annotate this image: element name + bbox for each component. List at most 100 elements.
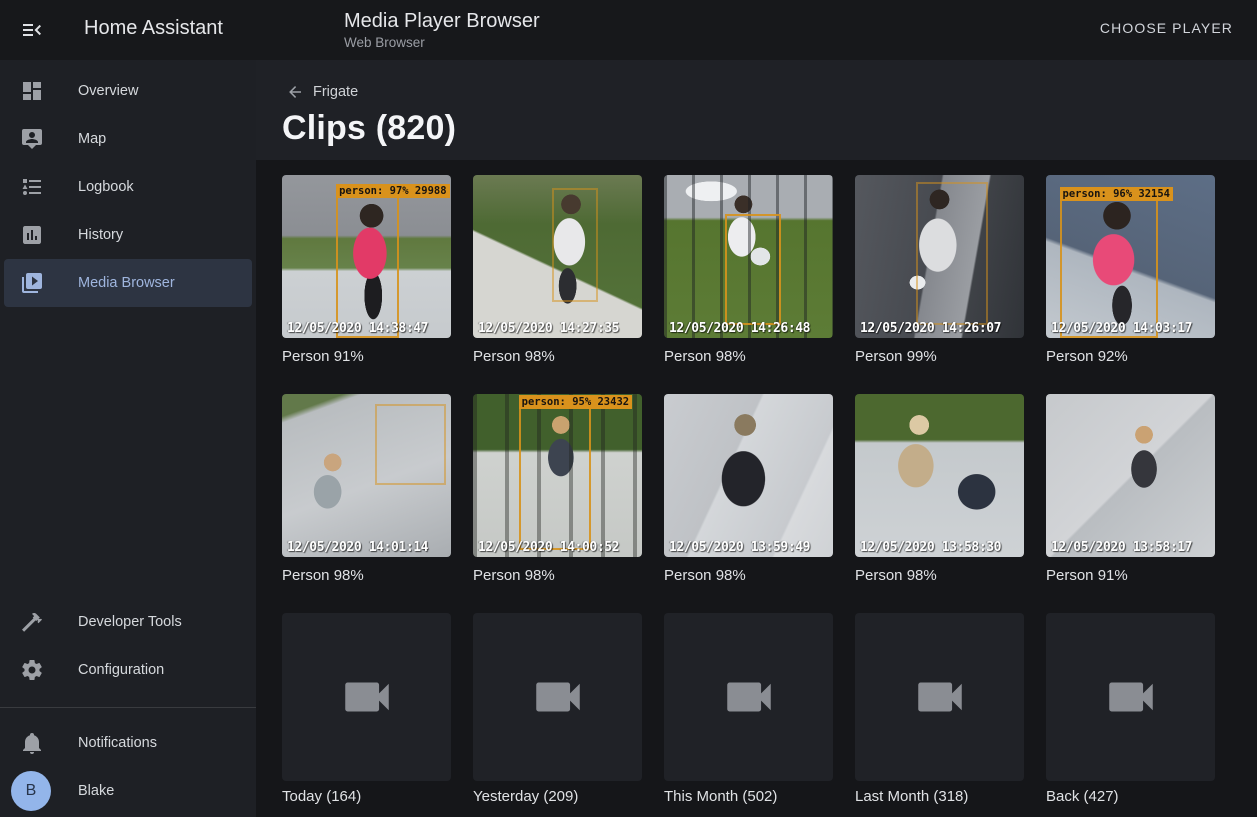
folder-card-last-month[interactable]: Last Month (318) (855, 613, 1024, 808)
bell-icon (20, 731, 44, 755)
sidebar-item-overview[interactable]: Overview (0, 67, 256, 115)
sidebar-item-label: Media Browser (78, 275, 175, 291)
folder-thumbnail[interactable] (664, 613, 833, 781)
clip-thumbnail[interactable]: 12/05/2020 14:01:14 (282, 394, 451, 557)
clip-timestamp: 12/05/2020 14:01:14 (287, 540, 428, 555)
clip-card[interactable]: 12/05/2020 14:27:35 Person 98% (473, 175, 642, 368)
folder-label: Last Month (318) (855, 786, 1024, 808)
media-grid: person: 97% 29988 12/05/2020 14:38:47 Pe… (282, 175, 1215, 808)
clip-thumbnail[interactable]: 12/05/2020 14:26:07 (855, 175, 1024, 338)
sidebar-item-history[interactable]: History (0, 211, 256, 259)
clip-card[interactable]: 12/05/2020 14:01:14 Person 98% (282, 394, 451, 587)
detection-box (552, 188, 598, 302)
clip-label: Person 98% (664, 346, 833, 368)
chart-box-icon (20, 223, 44, 247)
clip-card[interactable]: 12/05/2020 13:58:17 Person 91% (1046, 394, 1215, 587)
list-bulleted-icon (20, 175, 44, 199)
page-title: Clips (820) (282, 109, 1257, 148)
tooltip-account-icon (20, 127, 44, 151)
arrow-left-icon (286, 83, 304, 101)
detection-box (375, 404, 446, 486)
detection-box (725, 214, 781, 325)
folder-card-yesterday[interactable]: Yesterday (209) (473, 613, 642, 808)
sidebar-item-label: Configuration (78, 662, 164, 678)
clip-label: Person 99% (855, 346, 1024, 368)
detection-box (916, 182, 989, 325)
clip-timestamp: 12/05/2020 14:26:07 (860, 321, 1001, 336)
folder-label: Yesterday (209) (473, 786, 642, 808)
folder-card-today[interactable]: Today (164) (282, 613, 451, 808)
clip-label: Person 98% (664, 565, 833, 587)
play-box-multiple-icon (20, 271, 44, 295)
breadcrumb[interactable]: Frigate (286, 83, 1257, 101)
video-icon (529, 668, 587, 726)
breadcrumb-label: Frigate (313, 84, 358, 100)
clip-card[interactable]: 12/05/2020 13:58:30 Person 98% (855, 394, 1024, 587)
clip-timestamp: 12/05/2020 14:27:35 (478, 321, 619, 336)
user-avatar: B (11, 771, 51, 811)
hammer-icon (20, 610, 44, 634)
page-toolbar-title: Media Player Browser (344, 9, 540, 33)
sidebar-item-label: Logbook (78, 179, 134, 195)
sidebar-item-logbook[interactable]: Logbook (0, 163, 256, 211)
video-icon (720, 668, 778, 726)
clip-label: Person 92% (1046, 346, 1215, 368)
clip-timestamp: 12/05/2020 14:03:17 (1051, 321, 1192, 336)
clip-thumbnail[interactable]: 12/05/2020 13:59:49 (664, 394, 833, 557)
sidebar-item-label: Overview (78, 83, 138, 99)
toolbar-title-block: Media Player Browser Web Browser (344, 9, 540, 52)
clip-label: Person 98% (473, 346, 642, 368)
clip-timestamp: 12/05/2020 14:38:47 (287, 321, 428, 336)
sidebar-item-label: Notifications (78, 735, 157, 751)
folder-label: Today (164) (282, 786, 451, 808)
menu-open-icon (20, 18, 44, 42)
detection-box: person: 97% 29988 (336, 196, 399, 338)
gear-icon (20, 658, 44, 682)
sidebar-item-map[interactable]: Map (0, 115, 256, 163)
clip-thumbnail[interactable]: 12/05/2020 13:58:30 (855, 394, 1024, 557)
clip-label: Person 98% (473, 565, 642, 587)
clip-timestamp: 12/05/2020 14:26:48 (669, 321, 810, 336)
sidebar: Overview Map Logbook History Media Brows… (0, 60, 256, 817)
clip-label: Person 91% (1046, 565, 1215, 587)
folder-card-back[interactable]: Back (427) (1046, 613, 1215, 808)
folder-label: Back (427) (1046, 786, 1215, 808)
clip-card[interactable]: person: 95% 23432 12/05/2020 14:00:52 Pe… (473, 394, 642, 587)
choose-player-button[interactable]: CHOOSE PLAYER (1100, 20, 1233, 36)
clip-card[interactable]: 12/05/2020 13:59:49 Person 98% (664, 394, 833, 587)
detection-label: person: 96% 32154 (1060, 187, 1173, 201)
clip-card[interactable]: person: 96% 32154 12/05/2020 14:03:17 Pe… (1046, 175, 1215, 368)
folder-card-this-month[interactable]: This Month (502) (664, 613, 833, 808)
media-grid-area: person: 97% 29988 12/05/2020 14:38:47 Pe… (256, 160, 1257, 817)
clip-thumbnail[interactable]: person: 95% 23432 12/05/2020 14:00:52 (473, 394, 642, 557)
clip-label: Person 91% (282, 346, 451, 368)
detection-box: person: 96% 32154 (1060, 199, 1158, 338)
sidebar-item-developer-tools[interactable]: Developer Tools (0, 598, 256, 646)
clip-card[interactable]: person: 97% 29988 12/05/2020 14:38:47 Pe… (282, 175, 451, 368)
sidebar-item-notifications[interactable]: Notifications (0, 719, 256, 767)
folder-thumbnail[interactable] (1046, 613, 1215, 781)
folder-thumbnail[interactable] (282, 613, 451, 781)
sidebar-item-media-browser[interactable]: Media Browser (4, 259, 252, 307)
clip-thumbnail[interactable]: 12/05/2020 13:58:17 (1046, 394, 1215, 557)
sidebar-title: Home Assistant (84, 17, 223, 40)
clip-timestamp: 12/05/2020 13:59:49 (669, 540, 810, 555)
clip-label: Person 98% (855, 565, 1024, 587)
sidebar-item-label: Map (78, 131, 106, 147)
clip-thumbnail[interactable]: 12/05/2020 14:27:35 (473, 175, 642, 338)
clip-thumbnail[interactable]: 12/05/2020 14:26:48 (664, 175, 833, 338)
folder-thumbnail[interactable] (855, 613, 1024, 781)
folder-thumbnail[interactable] (473, 613, 642, 781)
video-icon (911, 668, 969, 726)
video-icon (338, 668, 396, 726)
sidebar-item-configuration[interactable]: Configuration (0, 646, 256, 694)
sidebar-toggle-button[interactable] (20, 18, 44, 42)
clip-card[interactable]: 12/05/2020 14:26:48 Person 98% (664, 175, 833, 368)
detection-box: person: 95% 23432 (519, 407, 592, 550)
clip-label: Person 98% (282, 565, 451, 587)
sidebar-item-user[interactable]: B Blake (0, 767, 256, 815)
clip-card[interactable]: 12/05/2020 14:26:07 Person 99% (855, 175, 1024, 368)
clip-thumbnail[interactable]: person: 97% 29988 12/05/2020 14:38:47 (282, 175, 451, 338)
video-icon (1102, 668, 1160, 726)
clip-thumbnail[interactable]: person: 96% 32154 12/05/2020 14:03:17 (1046, 175, 1215, 338)
